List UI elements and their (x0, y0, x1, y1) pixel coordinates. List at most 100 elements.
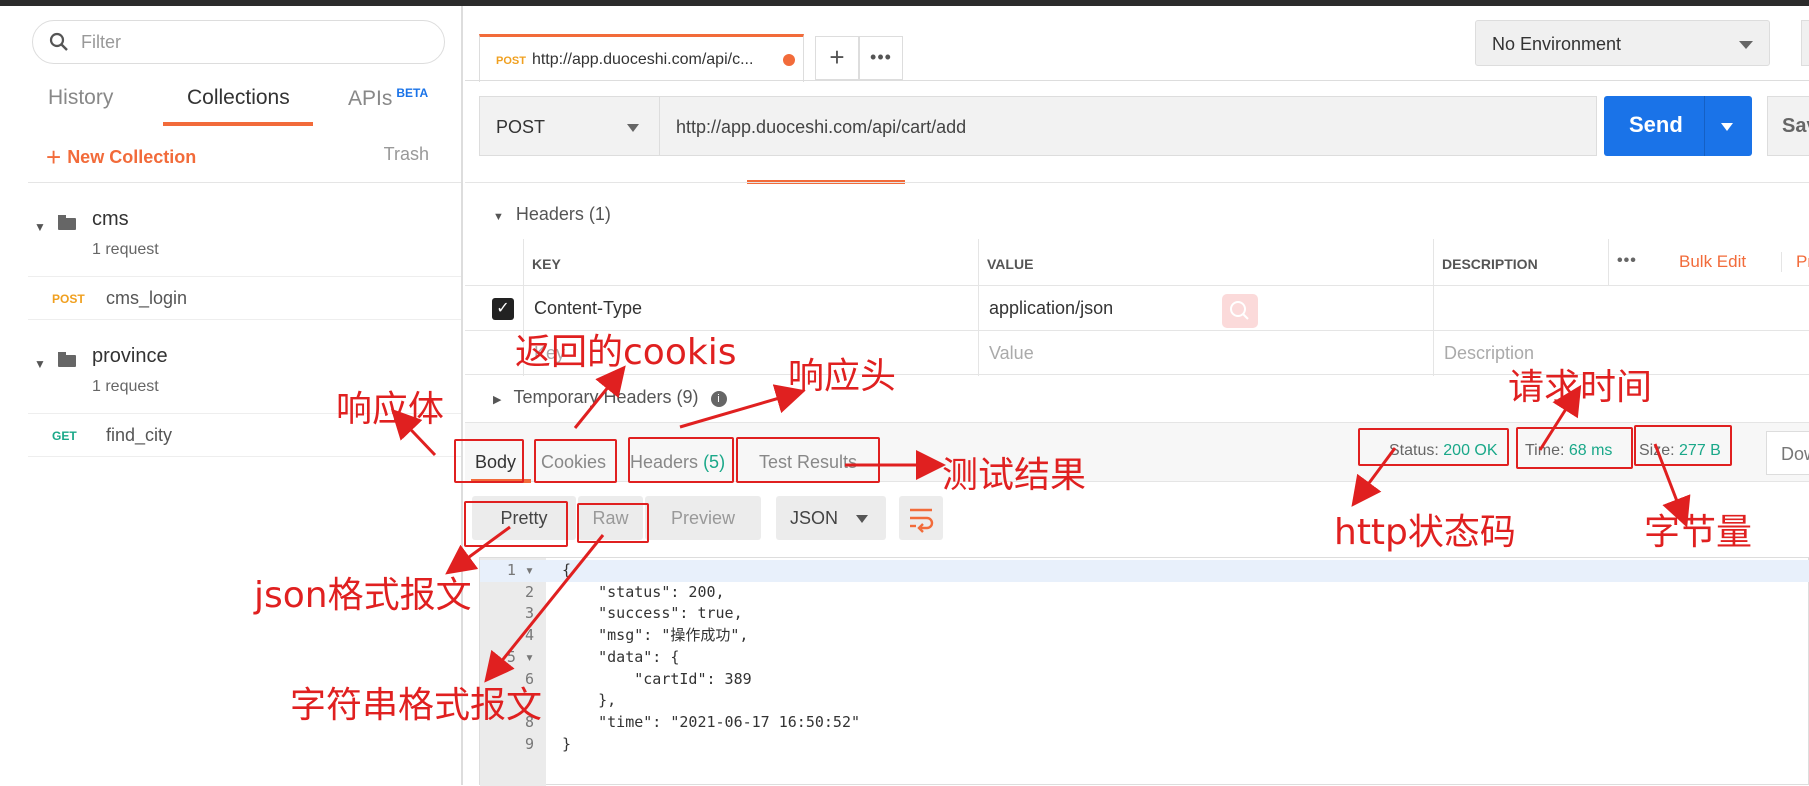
code-text: } (562, 734, 572, 753)
divider (28, 182, 461, 183)
annotation-box-cookies (534, 439, 617, 483)
column-key: KEY (523, 239, 978, 285)
more-options-icon[interactable]: ••• (1608, 239, 1664, 285)
language-value: JSON (790, 508, 839, 528)
annotation-raw: 字符串格式报文 (290, 685, 543, 726)
code-line: 8 "time": "2021-06-17 16:50:52" (480, 712, 1809, 734)
request-item-cms-login[interactable]: POST cms_login (28, 276, 461, 320)
annotation-box-pretty (464, 501, 568, 547)
environment-quick-look[interactable] (1801, 20, 1809, 66)
response-body-editor[interactable]: 1 ▾{2 "status": 200, 3 "success": true, 4 … (479, 557, 1809, 786)
send-options-icon[interactable] (1721, 123, 1733, 131)
folder-icon (58, 352, 76, 367)
header-description-cell[interactable] (1433, 286, 1809, 331)
annotation-box-headers (628, 437, 734, 483)
send-divider (1704, 96, 1705, 156)
collection-folder-cms[interactable]: ▼ cms 1 request (28, 186, 461, 276)
new-tab-button[interactable]: + (815, 36, 859, 80)
chevron-down-icon (1739, 41, 1753, 49)
request-name: cms_login (106, 288, 188, 308)
caret-right-icon: ▶ (493, 394, 502, 406)
line-number: 3 (524, 604, 534, 623)
annotation-pretty: json格式报文 (254, 575, 472, 616)
caret-down-icon[interactable]: ▼ (34, 357, 46, 371)
divider (465, 182, 1809, 183)
header-enabled-checkbox[interactable]: ✓ (492, 298, 514, 320)
annotation-box-status (1358, 428, 1509, 466)
code-text: }, (562, 691, 617, 710)
language-select[interactable]: JSON (776, 496, 886, 540)
chevron-down-icon (627, 124, 639, 132)
line-number: 5 ▾ (506, 647, 534, 666)
annotation-request-time: 请求时间 (1508, 367, 1653, 408)
code-text: { (562, 561, 572, 579)
trash-link[interactable]: Trash (384, 144, 429, 165)
new-collection-label: New Collection (67, 147, 197, 167)
bulk-edit-link[interactable]: Bulk Edit (1679, 252, 1746, 272)
collection-name: province (92, 345, 168, 367)
search-icon (49, 32, 68, 51)
line-number: 1 ▾ (506, 561, 534, 579)
code-line: 5 ▾ "data": { (480, 647, 1809, 669)
new-collection-button[interactable]: + New Collection (46, 142, 196, 173)
more-tabs-icon[interactable]: ••• (859, 36, 903, 80)
unsaved-dot (783, 54, 795, 66)
annotation-box-body (454, 439, 524, 483)
beta-badge: BETA (396, 86, 429, 100)
tab-apis-label: APIs (348, 87, 393, 110)
tab-collections[interactable]: Collections (187, 86, 290, 110)
code-line: 4 "msg": "操作成功", (480, 625, 1809, 647)
environment-select[interactable]: No Environment (1475, 20, 1770, 66)
code-line: 3 "success": true, (480, 603, 1809, 625)
folder-icon (58, 215, 76, 230)
tab-apis[interactable]: APIs BETA (348, 86, 428, 111)
tab-history[interactable]: History (48, 86, 113, 110)
filter-placeholder: Filter (81, 31, 121, 52)
code-text: "data": { (562, 647, 680, 666)
code-line: 9 } (480, 734, 1809, 756)
info-icon[interactable]: i (710, 391, 727, 407)
temporary-headers-toggle[interactable]: ▶ Temporary Headers (9) i (493, 387, 727, 408)
method-badge: GET (52, 429, 77, 443)
annotation-box-size (1634, 425, 1732, 466)
method-select[interactable]: POST (479, 96, 659, 156)
annotation-test-results: 测试结果 (942, 455, 1087, 496)
save-button[interactable]: Sav (1767, 96, 1809, 156)
annotation-box-time (1516, 427, 1633, 469)
request-tab[interactable]: POST http://app.duoceshi.com/api/c... (479, 34, 804, 82)
tab-strip-border (465, 80, 1809, 81)
line-number: 4 (524, 626, 534, 645)
annotation-box-raw (577, 503, 649, 543)
wrap-lines-icon[interactable] (899, 496, 943, 540)
method-badge: POST (52, 292, 85, 306)
caret-down-icon: ▼ (493, 211, 504, 223)
code-line: 6 "cartId": 389 (480, 669, 1809, 691)
caret-down-icon[interactable]: ▼ (34, 220, 46, 234)
request-tab-method: POST (496, 55, 526, 67)
active-tab-underline (163, 122, 313, 126)
code-text: "success": true, (562, 604, 743, 623)
line-number: 2 (524, 582, 534, 601)
method-value: POST (496, 117, 546, 137)
presets-link[interactable]: Pre (1781, 252, 1809, 272)
annotation-body: 响应体 (336, 389, 445, 430)
new-value-input[interactable]: Value (978, 331, 1433, 376)
collection-count: 1 request (92, 378, 159, 395)
url-input[interactable]: http://app.duoceshi.com/api/cart/add (659, 96, 1597, 156)
search-icon[interactable] (1222, 294, 1258, 328)
preview-button[interactable]: Preview (645, 496, 761, 540)
annotation-size: 字节量 (1644, 512, 1753, 553)
filter-input[interactable]: Filter (32, 20, 445, 64)
send-button[interactable]: Send (1604, 96, 1752, 156)
collection-count: 1 request (92, 241, 159, 258)
headers-section-toggle[interactable]: ▼ Headers (1) (493, 204, 611, 225)
download-button[interactable]: Dow (1766, 431, 1809, 475)
request-tab-url: http://app.duoceshi.com/api/c... (531, 51, 754, 68)
sidebar-tabs: History Collections APIs BETA (28, 78, 463, 128)
header-value-cell[interactable]: application/json (978, 286, 1433, 331)
plus-icon: + (46, 142, 62, 172)
send-label: Send (1629, 112, 1683, 137)
annotation-status-code: http状态码 (1334, 512, 1516, 553)
environment-value: No Environment (1492, 34, 1622, 54)
code-line: 7 }, (480, 690, 1809, 712)
